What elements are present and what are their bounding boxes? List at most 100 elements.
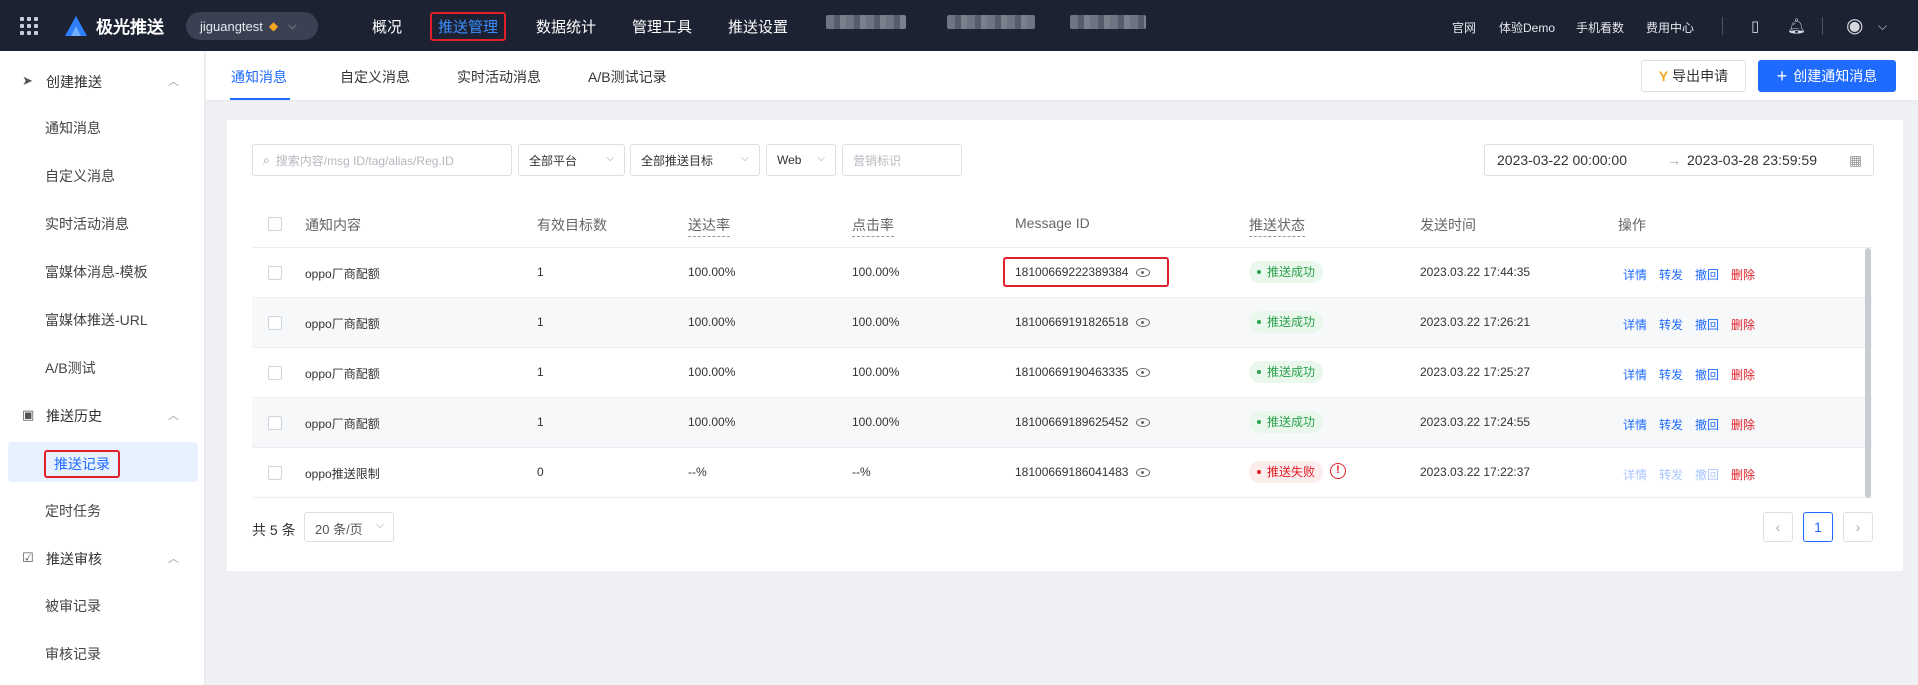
chevron-down-icon: ⌵ — [376, 520, 384, 531]
delete-link[interactable]: 删除 — [1731, 366, 1755, 383]
details-link[interactable]: 详情 — [1623, 316, 1647, 333]
marketing-placeholder: 营销标识 — [853, 153, 902, 168]
marketing-tag-input[interactable]: 营销标识 — [842, 144, 962, 176]
brand-logo[interactable]: 极光推送 — [64, 13, 164, 38]
delete-link[interactable]: 删除 — [1731, 466, 1755, 483]
nav-push-management[interactable]: 推送管理 — [430, 12, 507, 41]
export-label: 导出申请 — [1672, 68, 1729, 84]
redacted-nav-item[interactable] — [1070, 15, 1146, 29]
forward-link[interactable]: 转发 — [1659, 416, 1683, 433]
link-billing-center[interactable]: 费用中心 — [1646, 19, 1694, 36]
cell-targets: 0 — [537, 465, 544, 479]
tab-custom-message[interactable]: 自定义消息 — [340, 67, 410, 87]
select-all-checkbox[interactable] — [268, 217, 282, 231]
web-select[interactable]: Web ⌵ — [766, 144, 836, 176]
redacted-nav-item[interactable] — [947, 15, 1035, 29]
bell-icon[interactable]: 🔔︎ — [1787, 17, 1806, 35]
cell-content: oppo推送限制 — [305, 467, 380, 481]
book-icon[interactable]: ▯ — [1751, 17, 1759, 35]
sidebar-item-push-records[interactable]: 推送记录 — [8, 442, 198, 482]
tab-notification[interactable]: 通知消息 — [231, 67, 287, 87]
row-checkbox[interactable] — [268, 266, 282, 280]
eye-icon[interactable] — [1136, 318, 1151, 328]
details-link[interactable]: 详情 — [1623, 266, 1647, 283]
withdraw-link: 撤回 — [1695, 468, 1720, 482]
sidebar-group-push-history[interactable]: ▣ 推送历史 ︿ — [0, 403, 205, 427]
withdraw-link[interactable]: 撤回 — [1695, 366, 1719, 383]
row-checkbox[interactable] — [268, 366, 282, 380]
eye-icon[interactable] — [1136, 368, 1151, 378]
app-grid-icon[interactable] — [20, 17, 38, 35]
tab-ab-test-records[interactable]: A/B测试记录 — [588, 67, 667, 87]
cell-message-id: 18100669186041483 — [1015, 465, 1129, 479]
export-request-button[interactable]: Y 导出申请 — [1641, 60, 1746, 92]
sidebar-item-review-records[interactable]: 审核记录 — [45, 644, 101, 664]
nav-management-tools[interactable]: 管理工具 — [632, 16, 692, 37]
forward-link[interactable]: 转发 — [1659, 266, 1683, 283]
sidebar-item-live-activity[interactable]: 实时活动消息 — [45, 214, 129, 234]
web-value: Web — [777, 153, 802, 167]
target-select[interactable]: 全部推送目标 ⌵ — [630, 144, 760, 176]
withdraw-link[interactable]: 撤回 — [1695, 266, 1719, 283]
nav-overview[interactable]: 概况 — [372, 16, 402, 37]
search-input[interactable]: ⌕ 搜索内容/msg ID/tag/alias/Reg.ID — [252, 144, 512, 176]
sidebar-item-notification[interactable]: 通知消息 — [45, 118, 101, 138]
row-checkbox[interactable] — [268, 466, 282, 480]
forward-link[interactable]: 转发 — [1659, 366, 1683, 383]
table-scrollbar[interactable] — [1865, 248, 1871, 498]
link-demo[interactable]: 体验Demo — [1499, 19, 1555, 36]
eye-icon[interactable] — [1136, 468, 1151, 478]
chevron-up-icon: ︿ — [168, 76, 179, 88]
column-delivery-rate[interactable]: 送达率 — [688, 215, 730, 237]
prev-page-button[interactable]: ‹ — [1763, 512, 1793, 542]
sidebar: ➤ 创建推送 ︿ 通知消息 自定义消息 实时活动消息 富媒体消息-模板 富媒体推… — [0, 51, 205, 685]
delete-link[interactable]: 删除 — [1731, 316, 1755, 333]
link-mobile-data[interactable]: 手机看数 — [1576, 19, 1624, 36]
user-avatar-icon[interactable]: ◉ — [1846, 13, 1863, 38]
nav-data-statistics[interactable]: 数据统计 — [536, 16, 596, 37]
row-checkbox[interactable] — [268, 416, 282, 430]
delete-link[interactable]: 删除 — [1731, 416, 1755, 433]
chevron-down-icon[interactable]: ⌵ — [1878, 19, 1887, 34]
sidebar-item-reviewed-records[interactable]: 被审记录 — [45, 596, 101, 616]
page-number-button[interactable]: 1 — [1803, 512, 1833, 542]
redacted-nav-item[interactable] — [826, 15, 906, 29]
table-header: 通知内容 有效目标数 送达率 点击率 Message ID 推送状态 发送时间 … — [252, 199, 1872, 248]
platform-select[interactable]: 全部平台 ⌵ — [518, 144, 625, 176]
column-click-rate[interactable]: 点击率 — [852, 215, 894, 237]
details-link[interactable]: 详情 — [1623, 366, 1647, 383]
sidebar-item-scheduled-tasks[interactable]: 定时任务 — [45, 501, 101, 521]
alert-circle-icon[interactable]: ! — [1330, 463, 1346, 479]
delete-link[interactable]: 删除 — [1731, 266, 1755, 283]
sidebar-item-rich-media-template[interactable]: 富媒体消息-模板 — [45, 262, 148, 282]
date-range-picker[interactable]: 2023-03-22 00:00:00 → 2023-03-28 23:59:5… — [1484, 144, 1874, 176]
chevron-down-icon: ⌵ — [817, 153, 825, 164]
details-link[interactable]: 详情 — [1623, 416, 1647, 433]
cell-click: --% — [852, 465, 871, 479]
withdraw-link[interactable]: 撤回 — [1695, 416, 1719, 433]
details-link: 详情 — [1623, 468, 1648, 482]
cell-targets: 1 — [537, 365, 544, 379]
platform-value: 全部平台 — [529, 153, 578, 168]
calendar-icon: ▦ — [1849, 152, 1863, 168]
link-official-site[interactable]: 官网 — [1452, 19, 1476, 36]
cell-delivery: 100.00% — [688, 415, 736, 429]
nav-push-settings[interactable]: 推送设置 — [728, 16, 788, 37]
sidebar-item-custom-message[interactable]: 自定义消息 — [45, 166, 115, 186]
create-notification-button[interactable]: + 创建通知消息 — [1758, 60, 1896, 92]
next-page-button[interactable]: › — [1843, 512, 1873, 542]
sidebar-group-create-push[interactable]: ➤ 创建推送 ︿ — [0, 69, 205, 93]
status-badge: 推送失败 — [1249, 461, 1324, 483]
tab-live-activity[interactable]: 实时活动消息 — [457, 67, 541, 87]
sidebar-item-ab-test[interactable]: A/B测试 — [45, 358, 96, 378]
withdraw-link[interactable]: 撤回 — [1695, 316, 1719, 333]
forward-link[interactable]: 转发 — [1659, 316, 1683, 333]
sidebar-item-rich-media-url[interactable]: 富媒体推送-URL — [45, 310, 148, 330]
page-size-select[interactable]: 20 条/页 ⌵ — [304, 512, 394, 542]
eye-icon[interactable] — [1136, 418, 1151, 428]
row-checkbox[interactable] — [268, 316, 282, 330]
sidebar-group-push-review[interactable]: ☑ 推送审核 ︿ — [0, 546, 205, 570]
cell-delivery: 100.00% — [688, 365, 736, 379]
account-switcher[interactable]: jiguangtest ◆ ⌵ — [186, 12, 318, 40]
column-status[interactable]: 推送状态 — [1249, 215, 1305, 237]
